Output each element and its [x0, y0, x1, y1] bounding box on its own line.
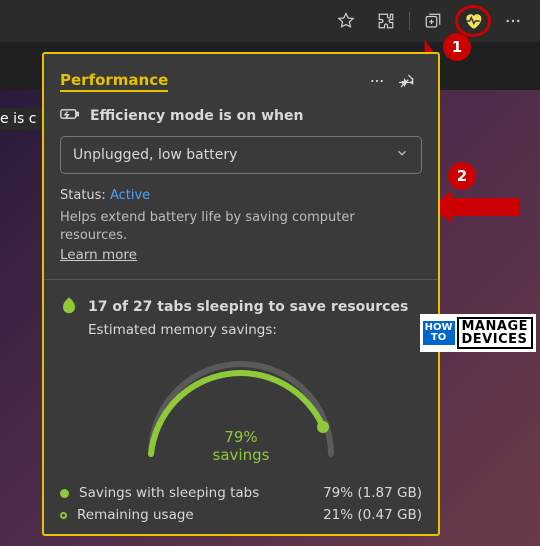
leaf-icon [60, 296, 78, 318]
dropdown-value: Unplugged, low battery [73, 147, 237, 163]
toolbar-divider [409, 12, 410, 30]
annotation-arrow-2 [450, 198, 520, 216]
pin-icon[interactable] [392, 66, 422, 96]
savings-legend: Savings with sleeping tabs 79% (1.87 GB)… [60, 482, 422, 526]
collections-icon[interactable] [414, 3, 452, 39]
panel-divider [44, 279, 438, 280]
more-icon[interactable] [494, 3, 532, 39]
efficiency-mode-dropdown[interactable]: Unplugged, low battery [60, 136, 422, 174]
legend-dot-hollow [60, 512, 67, 519]
status-label: Status: [60, 188, 106, 203]
annotation-badge-2: 2 [448, 162, 476, 190]
learn-more-link[interactable]: Learn more [60, 247, 137, 263]
sleeping-headline: 17 of 27 tabs sleeping to save resources [88, 299, 408, 315]
legend-dot-filled [60, 489, 69, 498]
legend-value: 79% (1.87 GB) [323, 485, 422, 501]
legend-row-remaining: Remaining usage 21% (0.47 GB) [60, 504, 422, 526]
legend-label: Remaining usage [77, 507, 323, 523]
battery-icon [60, 106, 80, 126]
annotation-badge-1: 1 [443, 33, 471, 61]
legend-label: Savings with sleeping tabs [79, 485, 323, 501]
savings-gauge: 79% savings [131, 344, 351, 464]
performance-panel: Performance Efficiency mode is on when U… [42, 52, 440, 536]
favorites-icon[interactable] [327, 3, 365, 39]
estimated-savings-label: Estimated memory savings: [88, 322, 422, 338]
sleeping-tabs-row: 17 of 27 tabs sleeping to save resources [60, 296, 422, 318]
chevron-down-icon [395, 146, 409, 164]
help-text: Helps extend battery life by saving comp… [60, 209, 422, 245]
gauge-percent: 79% [131, 428, 351, 446]
panel-header: Performance [60, 66, 422, 96]
panel-title: Performance [60, 71, 168, 92]
gauge-label: 79% savings [131, 428, 351, 464]
legend-row-savings: Savings with sleeping tabs 79% (1.87 GB) [60, 482, 422, 504]
efficiency-mode-row: Efficiency mode is on when [60, 106, 422, 126]
extensions-icon[interactable] [367, 3, 405, 39]
watermark-logo: HOW TO MANAGE DEVICES [420, 314, 536, 352]
efficiency-label: Efficiency mode is on when [90, 108, 303, 124]
status-row: Status: Active [60, 188, 422, 203]
status-value: Active [110, 188, 150, 203]
legend-value: 21% (0.47 GB) [323, 507, 422, 523]
panel-more-icon[interactable] [362, 66, 392, 96]
truncated-background-text: e is c [0, 108, 42, 130]
gauge-sublabel: savings [131, 446, 351, 464]
